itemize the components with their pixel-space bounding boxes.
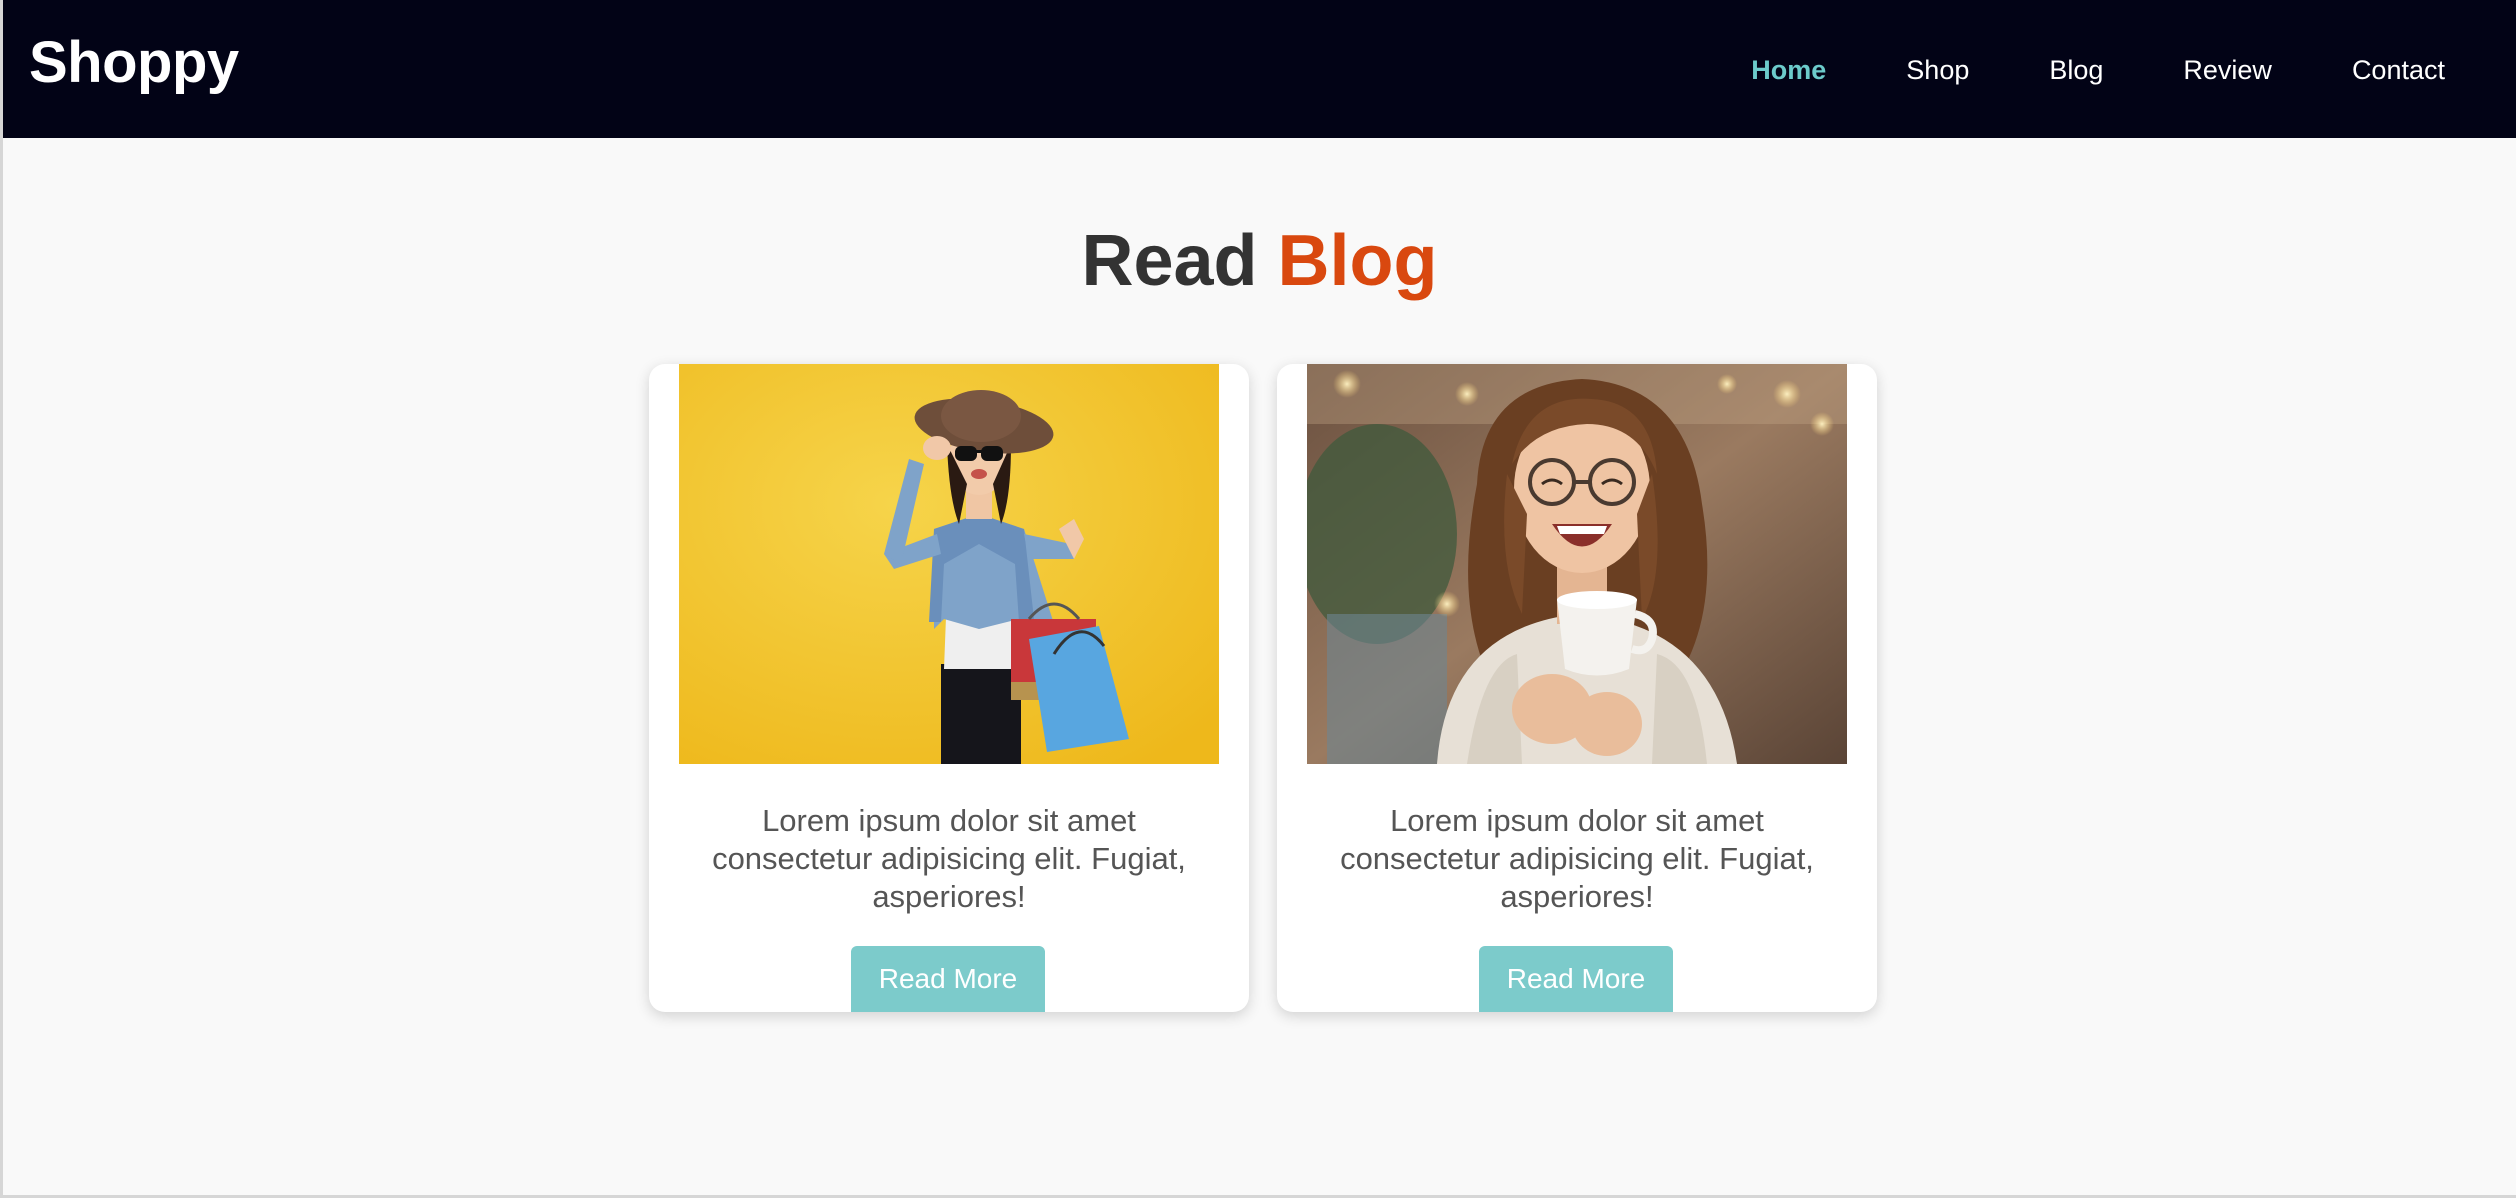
nav-link-review[interactable]: Review (2183, 48, 2272, 92)
read-more-button[interactable]: Read More (851, 946, 1045, 1012)
page: Shoppy Home Shop Blog Review Contact Rea… (0, 0, 2516, 1198)
brand-logo[interactable]: Shoppy (29, 28, 239, 98)
read-more-button[interactable]: Read More (1479, 946, 1673, 1012)
blog-card-text: Lorem ipsum dolor sit amet consectetur a… (1340, 803, 1814, 914)
blog-card-image (679, 364, 1219, 764)
nav-link-contact[interactable]: Contact (2352, 48, 2445, 92)
blog-card-image (1307, 364, 1847, 764)
nav-link-shop[interactable]: Shop (1906, 48, 1969, 92)
blog-card: Lorem ipsum dolor sit amet consectetur a… (649, 364, 1249, 1012)
section-title-main: Read (1081, 221, 1258, 301)
section-title-accent: Blog (1277, 221, 1438, 301)
nav-link-home[interactable]: Home (1751, 48, 1826, 92)
main-nav: Home Shop Blog Review Contact (1751, 48, 2445, 92)
shopping-woman-photo (679, 364, 1219, 764)
blog-card-text: Lorem ipsum dolor sit amet consectetur a… (712, 803, 1186, 914)
section-title: Read Blog (3, 218, 2516, 304)
blog-cards: Lorem ipsum dolor sit amet consectetur a… (649, 364, 1877, 1012)
coffee-woman-photo (1307, 364, 1847, 764)
blog-card: Lorem ipsum dolor sit amet consectetur a… (1277, 364, 1877, 1012)
nav-link-blog[interactable]: Blog (2049, 48, 2103, 92)
top-navbar: Shoppy Home Shop Blog Review Contact (3, 0, 2516, 138)
